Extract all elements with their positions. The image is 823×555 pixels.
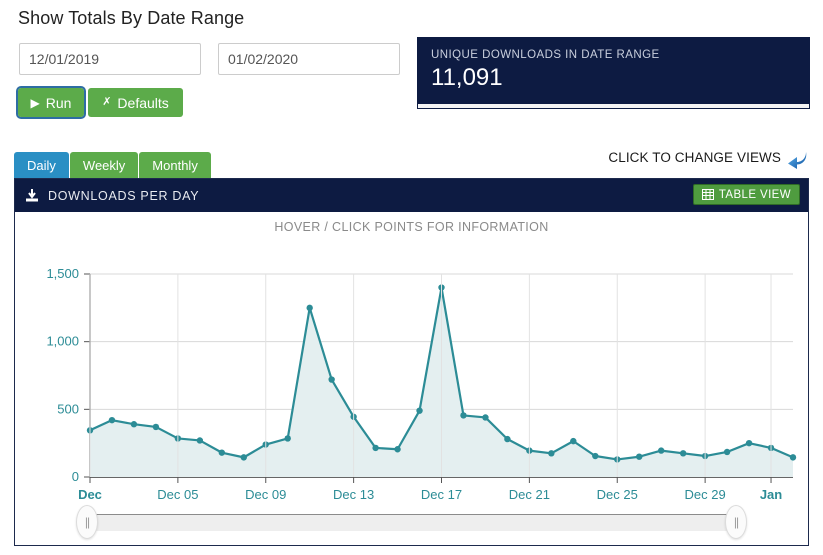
curved-down-arrow-icon <box>788 152 807 169</box>
range-slider-left-handle[interactable]: || <box>76 505 98 539</box>
view-period-tabs: Daily Weekly Monthly <box>14 152 212 178</box>
table-view-label: TABLE VIEW <box>718 188 791 201</box>
svg-text:0: 0 <box>72 469 79 484</box>
run-button[interactable]: ▶ Run <box>16 86 86 119</box>
chart-header-bar: DOWNLOADS PER DAY TABLE VIEW <box>15 179 808 212</box>
defaults-button[interactable]: ✗ Defaults <box>88 88 183 117</box>
stat-card-value: 11,091 <box>431 64 503 91</box>
defaults-button-label: Defaults <box>117 94 169 111</box>
chart-title: DOWNLOADS PER DAY <box>48 188 200 203</box>
svg-text:Jan: Jan <box>760 487 782 502</box>
tab-monthly[interactable]: Monthly <box>139 152 211 178</box>
chart-card: DOWNLOADS PER DAY TABLE VIEW HOVER / CLI… <box>14 178 809 546</box>
svg-text:Dec 05: Dec 05 <box>157 487 198 502</box>
grip-handle-icon: || <box>84 515 90 529</box>
downloads-line-chart[interactable]: 0 500 1,000 1,500 Dec Dec 05 Dec 09 Dec 13 Dec 1… <box>15 212 808 512</box>
table-view-button[interactable]: TABLE VIEW <box>692 184 800 205</box>
change-views-hint: CLICK TO CHANGE VIEWS <box>608 150 781 165</box>
chevron-down-icon: ✗ <box>102 96 112 108</box>
tab-daily[interactable]: Daily <box>14 152 69 178</box>
svg-text:Dec 13: Dec 13 <box>333 487 374 502</box>
range-slider-right-handle[interactable]: || <box>725 505 747 539</box>
chart-plot-area[interactable]: HOVER / CLICK POINTS FOR INFORMATION 0 50… <box>15 212 808 545</box>
start-date-input[interactable] <box>19 43 201 75</box>
page-title: Show Totals By Date Range <box>18 8 245 28</box>
svg-text:Dec: Dec <box>78 487 102 502</box>
svg-text:500: 500 <box>57 401 79 416</box>
svg-text:1,000: 1,000 <box>46 334 79 349</box>
svg-text:Dec 09: Dec 09 <box>245 487 286 502</box>
svg-text:Dec 21: Dec 21 <box>509 487 550 502</box>
run-button-label: Run <box>45 94 72 111</box>
table-grid-icon <box>701 189 714 200</box>
download-icon <box>26 188 38 201</box>
svg-text:Dec 25: Dec 25 <box>597 487 638 502</box>
svg-text:Dec 17: Dec 17 <box>421 487 462 502</box>
svg-text:1,500: 1,500 <box>46 266 79 281</box>
stat-card-caption: UNIQUE DOWNLOADS IN DATE RANGE <box>431 49 660 61</box>
svg-text:Dec 29: Dec 29 <box>685 487 726 502</box>
grip-handle-icon: || <box>733 515 739 529</box>
range-slider-track[interactable] <box>87 514 736 531</box>
end-date-input[interactable] <box>218 43 400 75</box>
tab-weekly[interactable]: Weekly <box>69 152 139 178</box>
range-slider[interactable]: || || <box>15 505 808 539</box>
play-icon: ▶ <box>30 95 40 110</box>
analytics-page: Show Totals By Date Range ▶ Run ✗ Defaul… <box>0 0 823 555</box>
unique-downloads-stat-card: UNIQUE DOWNLOADS IN DATE RANGE 11,091 <box>418 38 809 108</box>
